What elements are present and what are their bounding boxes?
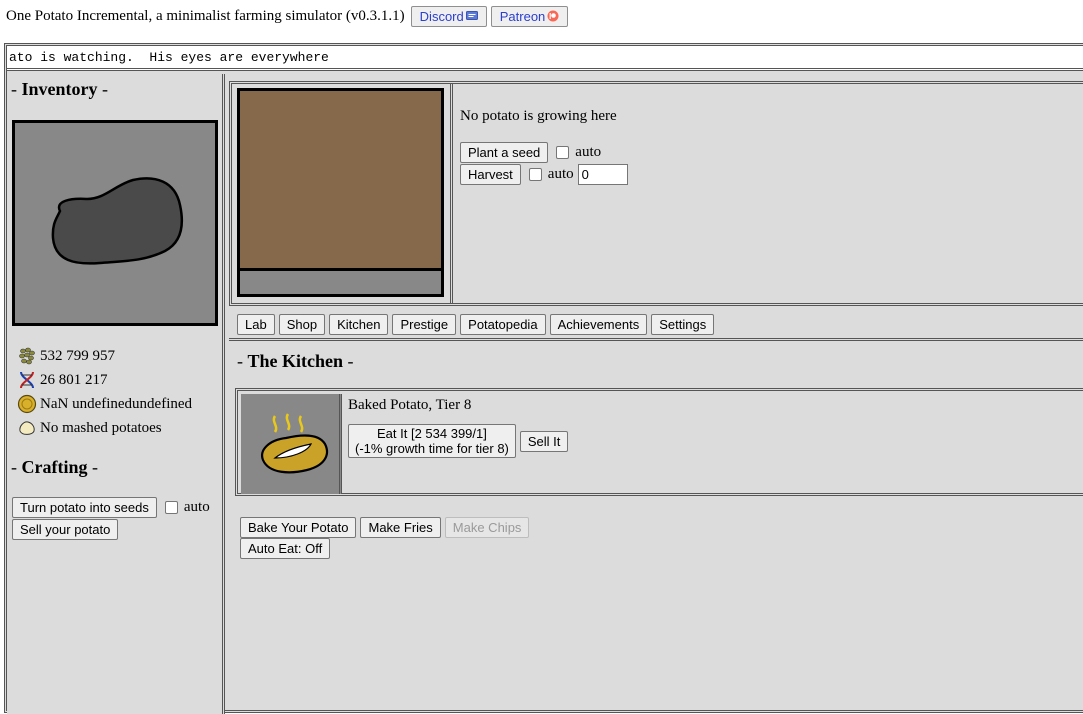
plot-panel: No potato is growing here Plant a seed a… (229, 81, 1083, 306)
plant-row: Plant a seed auto (460, 141, 628, 163)
crafting-heading: - Crafting - (11, 457, 98, 477)
dna-count: 26 801 217 (40, 371, 108, 388)
tab-shop[interactable]: Shop (278, 314, 326, 335)
patreon-icon (547, 10, 559, 22)
auto-eat-toggle[interactable]: Auto Eat: Off (240, 538, 331, 559)
kitchen-title: The Kitchen (247, 351, 344, 371)
eat-it-line2: (-1% growth time for tier 8) (355, 441, 509, 456)
plant-auto-checkbox[interactable] (556, 145, 570, 159)
inventory-title: Inventory (21, 79, 98, 99)
crafting-title: Crafting (21, 457, 88, 477)
eat-it-button[interactable]: Eat It [2 534 399/1] (-1% growth time fo… (348, 424, 516, 458)
game-frame: ato is watching. His eyes are everywhere… (4, 43, 1083, 714)
soil-strip (240, 268, 441, 294)
plot-divider (450, 84, 453, 303)
sell-potato-button[interactable]: Sell your potato (12, 519, 119, 540)
patreon-label: Patreon (499, 8, 546, 24)
kitchen-actions: Bake Your Potato Make Fries Make Chips A… (240, 517, 530, 559)
potato-display[interactable] (12, 120, 218, 326)
discord-label: Discord (419, 8, 464, 24)
kitchen-actions-row1: Bake Your Potato Make Fries Make Chips (240, 517, 530, 538)
mashed-count: No mashed potatoes (40, 419, 162, 436)
discord-link[interactable]: Discord (410, 5, 487, 27)
tabs-divider (229, 338, 1083, 342)
left-panel: - Inventory - 532 799 957 26 801 217 NaN… (7, 74, 225, 714)
page-title: One Potato Incremental, a minimalist far… (6, 7, 405, 24)
seeds-stat: 532 799 957 (17, 344, 192, 368)
potato-icon (51, 177, 184, 265)
harvest-auto-label: auto (547, 165, 574, 182)
tab-achievements[interactable]: Achievements (549, 314, 648, 335)
coins-count: NaN undefinedundefined (40, 395, 193, 412)
mashed-potato-icon (19, 421, 35, 435)
news-ticker: ato is watching. His eyes are everywhere (7, 46, 1083, 71)
sell-it-button[interactable]: Sell It (519, 430, 569, 452)
coins-stat: NaN undefinedundefined (17, 392, 192, 416)
crafting-row-sell: Sell your potato (12, 519, 119, 540)
plot-status: No potato is growing here (460, 108, 617, 124)
baked-potato-thumbnail (241, 394, 342, 494)
seeds-auto-label: auto (183, 499, 210, 515)
tab-prestige[interactable]: Prestige (392, 314, 457, 335)
dna-icon (20, 371, 34, 389)
seeds-count: 532 799 957 (40, 347, 115, 364)
kitchen-item-info: Baked Potato, Tier 8 Eat It [2 534 399/1… (348, 397, 569, 458)
harvest-auto-checkbox[interactable] (528, 167, 542, 181)
inventory-stats: 532 799 957 26 801 217 NaN undefinedunde… (17, 344, 192, 440)
turn-into-seeds-button[interactable]: Turn potato into seeds (12, 497, 157, 518)
make-fries-button[interactable]: Make Fries (360, 517, 441, 538)
harvest-row: Harvest auto (460, 163, 628, 185)
plant-auto-label: auto (575, 143, 602, 160)
bake-potato-button[interactable]: Bake Your Potato (240, 517, 357, 538)
kitchen-item-name: Baked Potato, Tier 8 (348, 397, 472, 413)
header: One Potato Incremental, a minimalist far… (6, 5, 569, 27)
crafting-row-seeds: Turn potato into seeds auto (12, 497, 210, 518)
tab-bar: Lab Shop Kitchen Prestige Potatopedia Ac… (237, 314, 715, 335)
seeds-auto-checkbox[interactable] (164, 501, 178, 514)
harvest-threshold-input[interactable] (577, 163, 628, 185)
mashed-stat: No mashed potatoes (17, 416, 192, 440)
tab-lab[interactable]: Lab (237, 314, 275, 335)
kitchen-heading: - The Kitchen - (237, 351, 354, 371)
baked-potato-icon (261, 413, 329, 474)
field-plot[interactable] (237, 88, 444, 297)
tab-settings[interactable]: Settings (651, 314, 715, 335)
inventory-heading: - Inventory - (11, 79, 108, 99)
coin-icon (17, 394, 37, 414)
make-chips-button[interactable]: Make Chips (444, 517, 530, 538)
plot-controls: No potato is growing here Plant a seed a… (460, 108, 628, 185)
chat-icon (465, 10, 478, 20)
dna-stat: 26 801 217 (17, 368, 192, 392)
eat-it-line1: Eat It [2 534 399/1] (377, 426, 487, 441)
kitchen-item-card: Baked Potato, Tier 8 Eat It [2 534 399/1… (235, 388, 1083, 496)
kitchen-item-buttons: Eat It [2 534 399/1] (-1% growth time fo… (348, 424, 569, 458)
patreon-link[interactable]: Patreon (490, 5, 569, 27)
tab-potatopedia[interactable]: Potatopedia (460, 314, 546, 335)
tab-kitchen[interactable]: Kitchen (329, 314, 389, 335)
plant-seed-button[interactable]: Plant a seed (460, 141, 549, 163)
harvest-button[interactable]: Harvest (460, 163, 521, 185)
seeds-icon (19, 347, 35, 365)
kitchen-actions-row2: Auto Eat: Off (240, 538, 529, 559)
